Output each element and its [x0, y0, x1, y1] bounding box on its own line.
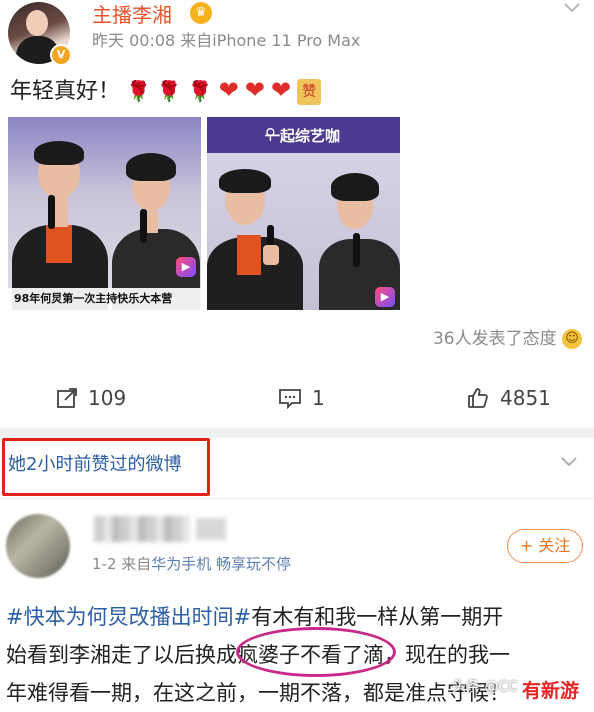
post-action-bar: 109 1 4851 — [0, 372, 594, 424]
share-icon — [56, 387, 78, 409]
liked-post-avatar[interactable] — [6, 514, 70, 578]
image-caption: 98年何炅第一次主持快乐大本营 — [8, 288, 201, 310]
post-text: 年轻真好！ 🌹 🌹 🌹 ❤ ❤ ❤ 赞 — [10, 75, 322, 107]
crown-badge-icon: ♛ — [190, 2, 212, 24]
rose-emoji-icon: 🌹 — [187, 79, 213, 103]
post-text-content: 年轻真好！ — [10, 79, 121, 104]
blurred-username-badge — [196, 518, 226, 540]
liked-post-time: 1-2 来自 — [92, 555, 152, 573]
rose-emoji-icon: 🌹 — [126, 79, 151, 103]
liked-post-device[interactable]: 华为手机 畅享玩不停 — [151, 555, 291, 573]
watermark-logo: 有新游 — [522, 680, 580, 702]
thumbs-up-icon — [466, 386, 490, 410]
like-count: 4851 — [500, 386, 551, 410]
liked-post-meta: 1-2 来自华为手机 畅享玩不停 — [92, 553, 291, 575]
follow-button[interactable]: + 关注 — [507, 529, 583, 563]
chevron-down-icon[interactable] — [560, 452, 578, 473]
post-time-source: 昨天 00:08 来自iPhone 11 Pro Max — [92, 31, 361, 50]
share-count: 109 — [88, 386, 127, 410]
heart-emoji-icon: ❤ — [218, 76, 239, 104]
comment-button[interactable]: 1 — [278, 372, 325, 424]
comment-icon — [278, 387, 302, 409]
post-menu-chevron-icon[interactable] — [562, 0, 582, 19]
watermark-text: 头条 @CC — [452, 679, 519, 695]
image-banner: 一起综艺咖 ⚲ — [207, 117, 400, 153]
post-image-1[interactable]: ▶ 98年何炅第一次主持快乐大本营 — [8, 117, 201, 310]
heart-emoji-icon: ❤ — [244, 76, 265, 104]
zan-emoji-icon: 赞 — [297, 79, 322, 105]
attitudes-text: 36人发表了态度 — [432, 329, 557, 349]
rose-emoji-icon: 🌹 — [156, 79, 182, 103]
divider — [0, 498, 594, 499]
highlight-box — [2, 438, 210, 496]
like-button[interactable]: 4851 — [466, 372, 551, 424]
hashtag-link[interactable]: #快本为何炅改播出时间# — [6, 605, 251, 629]
share-button[interactable]: 109 — [56, 372, 126, 424]
video-app-logo-icon: ▶ — [375, 287, 395, 307]
section-divider — [0, 428, 594, 438]
highlight-ellipse — [236, 627, 396, 677]
post-image-2[interactable]: 一起综艺咖 ⚲ ▶ — [207, 117, 400, 310]
author-name[interactable]: 主播李湘 — [92, 2, 172, 28]
search-icon: ⚲ — [265, 125, 276, 143]
attitudes-summary[interactable]: 36人发表了态度 ☺ — [433, 326, 582, 352]
smile-reaction-icon: ☺ — [562, 329, 582, 349]
video-app-logo-icon: ▶ — [176, 257, 196, 277]
heart-emoji-icon: ❤ — [270, 76, 292, 104]
blurred-username[interactable] — [94, 516, 190, 542]
verified-badge-icon: V — [50, 44, 72, 66]
comment-count: 1 — [312, 386, 325, 410]
